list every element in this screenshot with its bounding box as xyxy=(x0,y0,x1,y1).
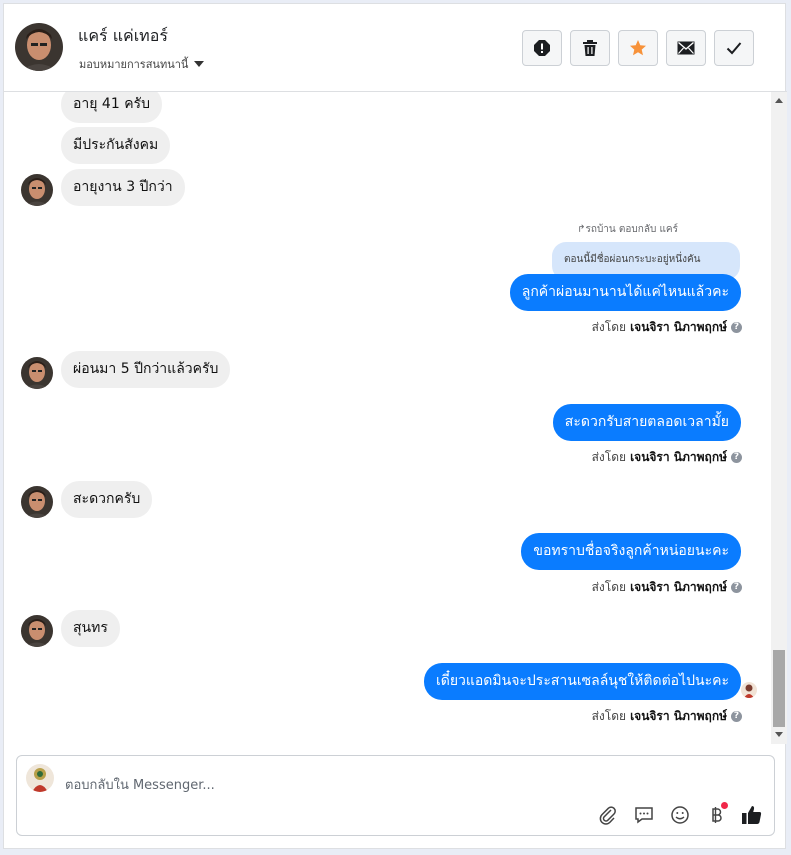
contact-avatar[interactable] xyxy=(15,23,63,71)
exclamation-icon xyxy=(534,40,550,56)
like-button[interactable] xyxy=(741,804,763,826)
incoming-message[interactable]: อายุงาน 3 ปีกว่า xyxy=(61,169,185,206)
payment-button[interactable] xyxy=(705,802,728,826)
reply-composer[interactable]: ตอบกลับใน Messenger... xyxy=(16,755,775,836)
thread-scrollbar[interactable] xyxy=(771,92,787,744)
reply-context-text: รถบ้าน ตอบกลับ แคร์ xyxy=(585,224,678,235)
outgoing-message[interactable]: สะดวกรับสายตลอดเวลามั้ย xyxy=(552,404,741,441)
contact-avatar-small[interactable] xyxy=(21,357,53,389)
sent-by-agent[interactable]: เจนจิรา นิภาพฤกษ์ xyxy=(630,448,727,467)
sent-by-label: ส่งโดย เจนจิรา นิภาพฤกษ์ ? xyxy=(592,707,742,726)
header-actions xyxy=(522,30,754,66)
contact-avatar-small[interactable] xyxy=(21,174,53,206)
reply-input[interactable]: ตอบกลับใน Messenger... xyxy=(65,774,215,795)
scroll-up-arrow-icon[interactable] xyxy=(775,98,783,103)
help-icon[interactable]: ? xyxy=(731,711,742,722)
mark-unread-button[interactable] xyxy=(666,30,706,66)
conversation-panel: แคร์ แค่เทอร์ มอบหมายการสนทนานี้ อายุ 41… xyxy=(3,3,787,849)
sent-by-agent[interactable]: เจนจิรา นิภาพฤกษ์ xyxy=(630,578,727,597)
sent-by-prefix: ส่งโดย xyxy=(591,580,627,594)
incoming-message[interactable]: สะดวกครับ xyxy=(61,481,153,518)
message-thread[interactable]: อายุ 41 ครับ มีประกันสังคม อายุงาน 3 ปีก… xyxy=(4,92,770,744)
star-button[interactable] xyxy=(618,30,658,66)
sent-by-prefix: ส่งโดย xyxy=(591,450,627,464)
emoji-button[interactable] xyxy=(669,804,691,826)
paperclip-icon xyxy=(599,806,616,825)
composer-tools xyxy=(597,802,763,826)
report-spam-button[interactable] xyxy=(522,30,562,66)
sent-by-agent[interactable]: เจนจิรา นิภาพฤกษ์ xyxy=(630,707,727,726)
contact-avatar-small[interactable] xyxy=(21,615,53,647)
outgoing-message[interactable]: ลูกค้าผ่อนมานานได้แค่ไหนแล้วคะ xyxy=(509,274,741,311)
smiley-icon xyxy=(671,806,689,824)
page-avatar xyxy=(26,764,54,792)
incoming-message[interactable]: สุนทร xyxy=(61,610,120,647)
star-icon xyxy=(630,40,646,56)
incoming-message[interactable]: มีประกันสังคม xyxy=(61,127,171,164)
delete-button[interactable] xyxy=(570,30,610,66)
mark-done-button[interactable] xyxy=(714,30,754,66)
contact-name[interactable]: แคร์ แค่เทอร์ xyxy=(78,24,168,49)
thumbs-up-icon xyxy=(742,806,762,824)
sent-by-prefix: ส่งโดย xyxy=(591,320,627,334)
attach-button[interactable] xyxy=(597,804,619,826)
help-icon[interactable]: ? xyxy=(731,582,742,593)
sent-by-label: ส่งโดย เจนจิรา นิภาพฤกษ์ ? xyxy=(592,578,742,597)
trash-icon xyxy=(583,40,597,56)
help-icon[interactable]: ? xyxy=(731,452,742,463)
outgoing-message[interactable]: ขอทราบชื่อจริงลูกค้าหน่อยนะคะ xyxy=(521,533,741,570)
chat-bubble-icon xyxy=(635,807,653,824)
sent-by-label: ส่งโดย เจนจิรา นิภาพฤกษ์ ? xyxy=(592,448,742,467)
check-icon xyxy=(726,42,742,55)
assign-label: มอบหมายการสนทนานี้ xyxy=(79,58,189,71)
outgoing-message[interactable]: เดี๋ยวแอดมินจะประสานเซลล์นุชให้ติดต่อไปน… xyxy=(423,663,741,700)
assign-conversation-dropdown[interactable]: มอบหมายการสนทนานี้ xyxy=(79,55,205,73)
sent-by-agent[interactable]: เจนจิรา นิภาพฤกษ์ xyxy=(630,318,727,337)
caret-down-icon xyxy=(194,61,205,67)
notification-dot xyxy=(721,802,728,809)
incoming-message[interactable]: ผ่อนมา 5 ปีกว่าแล้วครับ xyxy=(61,351,231,388)
reply-context-label: ↱รถบ้าน ตอบกลับ แคร์ xyxy=(577,222,678,237)
incoming-message[interactable]: อายุ 41 ครับ xyxy=(61,92,162,123)
read-receipt-avatar xyxy=(741,682,757,698)
contact-avatar-small[interactable] xyxy=(21,486,53,518)
scrollbar-thumb[interactable] xyxy=(773,650,785,727)
saved-replies-button[interactable] xyxy=(633,804,655,826)
sent-by-label: ส่งโดย เจนจิรา นิภาพฤกษ์ ? xyxy=(592,318,742,337)
reply-arrow-icon: ↱ xyxy=(577,224,586,235)
conversation-header: แคร์ แค่เทอร์ มอบหมายการสนทนานี้ xyxy=(4,4,787,92)
envelope-icon xyxy=(677,41,695,55)
scroll-down-arrow-icon[interactable] xyxy=(775,732,783,737)
help-icon[interactable]: ? xyxy=(731,322,742,333)
sent-by-prefix: ส่งโดย xyxy=(591,709,627,723)
